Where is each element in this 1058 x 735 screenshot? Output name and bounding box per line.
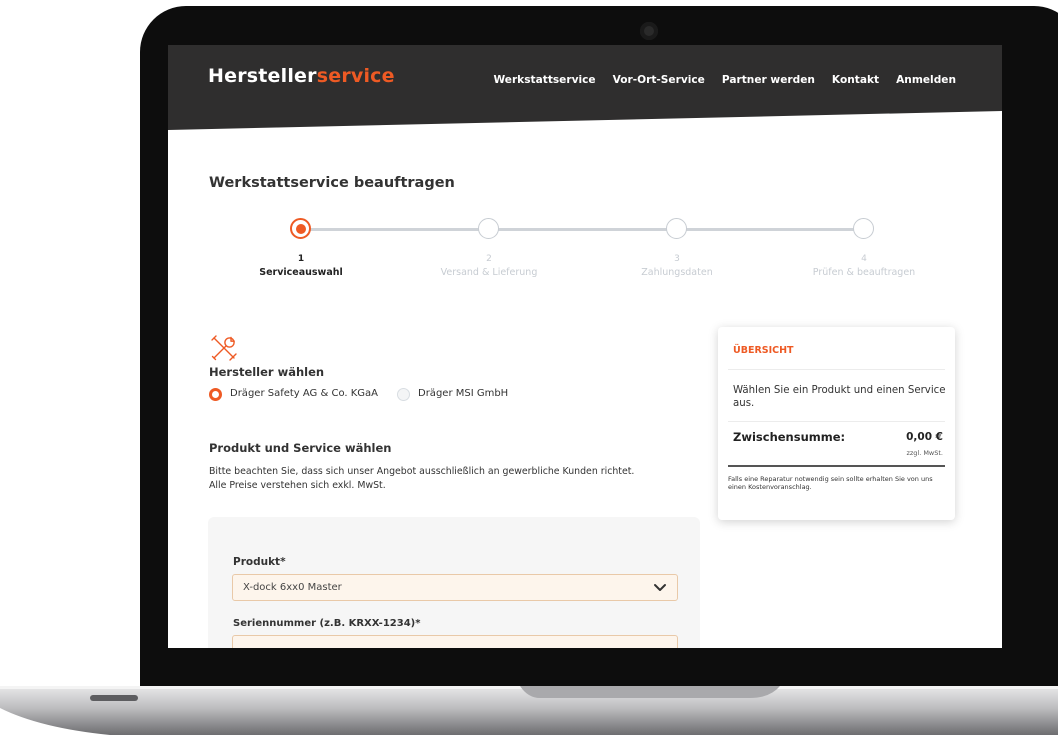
webcam: [640, 22, 658, 40]
site-header: [168, 45, 1002, 130]
serial-input[interactable]: [232, 635, 678, 648]
price-note: Alle Preise verstehen sich exkl. MwSt.: [209, 480, 386, 491]
step-2-indicator: [478, 218, 499, 239]
page-title: Werkstattservice beauftragen: [209, 175, 455, 191]
step-1-number: 1: [297, 254, 305, 264]
radio-draeger-safety[interactable]: [209, 388, 222, 401]
subtotal-label: Zwischensumme:: [733, 430, 846, 444]
brand-name-accent: service: [316, 65, 395, 87]
nav-anmelden[interactable]: Anmelden: [896, 74, 956, 86]
step-3-indicator: [666, 218, 687, 239]
laptop-base: [0, 686, 1058, 735]
product-section-heading: Produkt und Service wählen: [209, 441, 392, 455]
nav-partner-werden[interactable]: Partner werden: [722, 74, 815, 86]
summary-divider-top: [728, 369, 945, 370]
summary-card: ÜBERSICHT Wählen Sie ein Produkt und ein…: [718, 327, 955, 520]
tax-note: zzgl. MwSt.: [906, 449, 943, 457]
step-3-number: 3: [674, 254, 680, 264]
summary-title: ÜBERSICHT: [733, 345, 794, 356]
step-1-label: Serviceauswahl: [259, 267, 343, 278]
tools-icon: [211, 335, 237, 361]
step-3-label: Zahlungsdaten: [641, 267, 713, 278]
nav-kontakt[interactable]: Kontakt: [832, 74, 879, 86]
browser-screen: Herstellerservice Werkstattservice Vor-O…: [168, 45, 1002, 648]
step-2-number: 2: [486, 254, 492, 264]
main-nav: Werkstattservice Vor-Ort-Service Partner…: [493, 74, 956, 86]
step-4-label: Prüfen & beauftragen: [812, 267, 916, 278]
summary-divider-bottom: [728, 465, 945, 467]
summary-message: Wählen Sie ein Produkt und einen Service…: [733, 385, 946, 409]
step-2-label: Versand & Lieferung: [440, 267, 538, 278]
nav-werkstattservice[interactable]: Werkstattservice: [493, 74, 595, 86]
step-1-indicator: [290, 218, 311, 239]
brand-name-main: Hersteller: [208, 65, 317, 87]
stepper-track: [310, 228, 866, 231]
product-select[interactable]: X-dock 6xx0 Master: [232, 574, 678, 601]
product-select-value: X-dock 6xx0 Master: [243, 582, 342, 593]
manufacturer-heading: Hersteller wählen: [209, 365, 325, 379]
chevron-down-icon: [654, 584, 666, 591]
summary-divider-mid: [728, 421, 945, 422]
radio-label-draeger-safety[interactable]: Dräger Safety AG & Co. KGaA: [230, 388, 378, 399]
radio-draeger-msi[interactable]: [397, 388, 410, 401]
customer-note: Bitte beachten Sie, dass sich unser Ange…: [209, 466, 635, 477]
step-4-number: 4: [861, 254, 867, 264]
nav-vor-ort-service[interactable]: Vor-Ort-Service: [613, 74, 705, 86]
product-label: Produkt*: [233, 556, 286, 568]
serial-label: Seriennummer (z.B. KRXX-1234)*: [233, 618, 421, 629]
subtotal-value: 0,00 €: [906, 431, 943, 443]
summary-footnote: Falls eine Reparatur notwendig sein soll…: [728, 475, 933, 491]
radio-label-draeger-msi[interactable]: Dräger MSI GmbH: [418, 388, 508, 399]
brand-logo[interactable]: Herstellerservice: [208, 65, 395, 87]
step-4-indicator: [853, 218, 874, 239]
